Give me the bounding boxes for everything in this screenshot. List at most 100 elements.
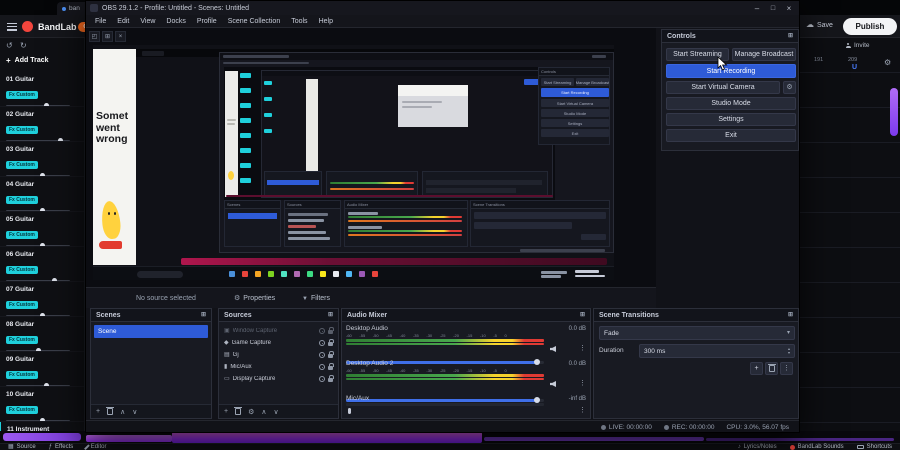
source-row-window-capture[interactable]: ▣ Window Capture: [220, 325, 337, 337]
properties-button[interactable]: ⚙ Properties: [234, 292, 275, 305]
fx-badge[interactable]: Fx Custom: [6, 126, 38, 134]
footer-item-effects[interactable]: ƒ Effects: [49, 444, 74, 450]
popout-icon[interactable]: ⊞: [201, 312, 206, 318]
fx-badge[interactable]: Fx Custom: [6, 231, 38, 239]
obs-titlebar[interactable]: OBS 29.1.2 - Profile: Untitled - Scenes:…: [86, 1, 799, 15]
menu-help[interactable]: Help: [319, 18, 333, 25]
speaker-mute-icon[interactable]: [550, 346, 556, 352]
track-row[interactable]: 01 Guitar Fx Custom: [0, 72, 84, 107]
footer-item-sounds[interactable]: BandLab Sounds: [789, 444, 844, 450]
lock-toggle-icon[interactable]: [328, 351, 334, 358]
controls-header[interactable]: Controls ⊞: [662, 30, 798, 43]
add-scene-button[interactable]: +: [96, 408, 100, 415]
transitions-header[interactable]: Scene Transitions ⊞: [594, 309, 798, 322]
footer-item-shortcuts[interactable]: Shortcuts: [856, 444, 892, 450]
footer-item-lyrics[interactable]: ♪ Lyrics/Notes: [738, 444, 777, 450]
track-row[interactable]: 06 Guitar Fx Custom: [0, 247, 84, 282]
track-row[interactable]: 08 Guitar Fx Custom: [0, 317, 84, 352]
track-row[interactable]: 05 Guitar Fx Custom: [0, 212, 84, 247]
visibility-toggle-icon[interactable]: [319, 340, 325, 346]
track-row[interactable]: 09 Guitar Fx Custom: [0, 352, 84, 387]
sources-header[interactable]: Sources ⊞: [219, 309, 338, 322]
fx-badge[interactable]: Fx Custom: [6, 91, 38, 99]
source-properties-button[interactable]: ⚙: [248, 408, 254, 416]
popout-icon[interactable]: ⊞: [102, 31, 113, 42]
studio-mode-button[interactable]: Studio Mode: [666, 97, 796, 110]
fx-badge[interactable]: Fx Custom: [6, 196, 38, 204]
publish-button[interactable]: Publish: [843, 18, 897, 35]
channel-menu-icon[interactable]: ⋮: [579, 407, 586, 414]
popout-icon[interactable]: ⊞: [328, 312, 333, 318]
scenes-header[interactable]: Scenes ⊞: [91, 309, 211, 322]
save-button[interactable]: ☁ Save: [806, 21, 833, 29]
visibility-toggle-icon[interactable]: [319, 376, 325, 382]
fx-badge[interactable]: Fx Custom: [6, 371, 38, 379]
visibility-toggle-icon[interactable]: [319, 328, 325, 334]
menu-profile[interactable]: Profile: [197, 18, 217, 25]
bandlab-logo[interactable]: [22, 21, 33, 32]
start-virtual-camera-button[interactable]: Start Virtual Camera: [666, 81, 780, 94]
menu-file[interactable]: File: [95, 18, 106, 25]
source-up-button[interactable]: ∧: [261, 408, 266, 416]
channel-menu-icon[interactable]: ⋮: [579, 345, 586, 352]
speaker-mute-icon[interactable]: [550, 381, 556, 387]
remove-scene-button[interactable]: [106, 406, 115, 415]
footer-item-editor[interactable]: Editor: [84, 444, 106, 450]
fx-badge[interactable]: Fx Custom: [6, 161, 38, 169]
menu-view[interactable]: View: [140, 18, 155, 25]
menu-edit[interactable]: Edit: [117, 18, 129, 25]
menu-scene-collection[interactable]: Scene Collection: [228, 18, 281, 25]
fx-badge[interactable]: Fx Custom: [6, 406, 38, 414]
mixer-header[interactable]: Audio Mixer ⊞: [342, 309, 590, 322]
obs-preview-area[interactable]: ◰ ⊞ × Somet went wrong Controls Start St…: [86, 28, 656, 287]
scene-down-button[interactable]: ∨: [132, 408, 137, 416]
visibility-toggle-icon[interactable]: [319, 364, 325, 370]
lock-toggle-icon[interactable]: [328, 363, 334, 370]
popout-icon[interactable]: ⊞: [580, 312, 585, 318]
mic-icon[interactable]: [348, 408, 351, 414]
lock-toggle-icon[interactable]: [328, 375, 334, 382]
add-transition-button[interactable]: +: [750, 362, 763, 375]
footer-item-source[interactable]: ▦ Source: [8, 444, 36, 450]
spin-arrows[interactable]: ▴ ▾: [788, 347, 790, 355]
lock-toggle-icon[interactable]: [328, 327, 334, 334]
add-source-button[interactable]: +: [224, 408, 228, 415]
close-button[interactable]: ×: [781, 4, 797, 13]
fx-badge[interactable]: Fx Custom: [6, 301, 38, 309]
close-icon[interactable]: ×: [115, 31, 126, 42]
settings-button[interactable]: Settings: [666, 113, 796, 126]
spin-down-icon[interactable]: ▾: [788, 351, 790, 355]
remove-source-button[interactable]: [234, 406, 243, 415]
redo-icon[interactable]: ↻: [20, 42, 27, 50]
maximize-button[interactable]: □: [765, 5, 781, 12]
preview-dock-icon[interactable]: ◰: [89, 31, 100, 42]
track-row[interactable]: 03 Guitar Fx Custom: [0, 142, 84, 177]
source-row-mic-aux[interactable]: ▮ Mic/Aux: [220, 361, 337, 373]
fx-badge[interactable]: Fx Custom: [6, 336, 38, 344]
remove-transition-button[interactable]: [765, 362, 778, 375]
visibility-toggle-icon[interactable]: [319, 352, 325, 358]
source-row-game-capture[interactable]: ◆ Game Capture: [220, 337, 337, 349]
minimize-button[interactable]: –: [749, 4, 765, 13]
invite-button[interactable]: Invite: [845, 42, 870, 49]
popout-icon[interactable]: ⊞: [788, 312, 793, 318]
menu-tools[interactable]: Tools: [291, 18, 307, 25]
manage-broadcast-button[interactable]: Manage Broadcast: [732, 48, 796, 61]
filters-button[interactable]: ▼ Filters: [302, 292, 330, 305]
source-down-button[interactable]: ∨: [274, 408, 279, 416]
channel-menu-icon[interactable]: ⋮: [579, 380, 586, 387]
track-row[interactable]: 02 Guitar Fx Custom: [0, 107, 84, 142]
transition-menu-button[interactable]: ⋮: [780, 362, 793, 375]
virtual-camera-config-button[interactable]: ⚙: [783, 81, 796, 94]
duration-spinbox[interactable]: 300 ms ▴ ▾: [639, 344, 795, 358]
start-recording-button[interactable]: Start Recording: [666, 64, 796, 78]
exit-button[interactable]: Exit: [666, 129, 796, 142]
menu-docks[interactable]: Docks: [166, 18, 185, 25]
track-row[interactable]: 10 Guitar Fx Custom: [0, 387, 84, 422]
add-track-button[interactable]: + Add Track: [6, 56, 49, 65]
fx-badge[interactable]: Fx Custom: [6, 266, 38, 274]
hamburger-menu-icon[interactable]: [7, 23, 17, 31]
track-row[interactable]: 04 Guitar Fx Custom: [0, 177, 84, 212]
popout-icon[interactable]: ⊞: [788, 33, 793, 39]
scene-list-item[interactable]: Scene: [94, 325, 208, 338]
